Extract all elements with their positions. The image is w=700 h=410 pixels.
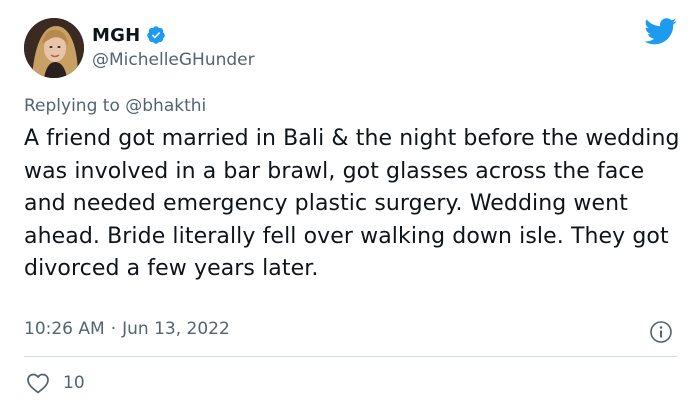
like-action[interactable]: 10 <box>26 371 85 395</box>
display-name[interactable]: MGH <box>92 25 140 46</box>
divider <box>24 356 677 357</box>
avatar[interactable] <box>24 18 84 78</box>
verified-badge-icon <box>146 25 166 45</box>
tweet-card: MGH @MichelleGHunder Replying to @bhakth… <box>0 0 700 410</box>
timestamp-row[interactable]: 10:26 AM · Jun 13, 2022 <box>24 319 230 339</box>
author-handle[interactable]: @MichelleGHunder <box>92 50 255 70</box>
reply-handle-link[interactable]: @bhakthi <box>125 96 206 116</box>
like-count: 10 <box>63 373 85 393</box>
tweet-time[interactable]: 10:26 AM <box>24 319 105 339</box>
display-name-row: MGH <box>92 22 166 48</box>
heart-icon[interactable] <box>26 372 50 394</box>
info-icon[interactable] <box>649 320 673 344</box>
tweet-text: A friend got married in Bali & the night… <box>24 126 680 281</box>
replying-prefix: Replying to <box>24 96 120 116</box>
twitter-bird-icon[interactable] <box>643 17 677 47</box>
tweet-date[interactable]: Jun 13, 2022 <box>122 319 230 339</box>
meta-separator: · <box>110 319 117 339</box>
replying-to: Replying to @bhakthi <box>24 96 206 116</box>
